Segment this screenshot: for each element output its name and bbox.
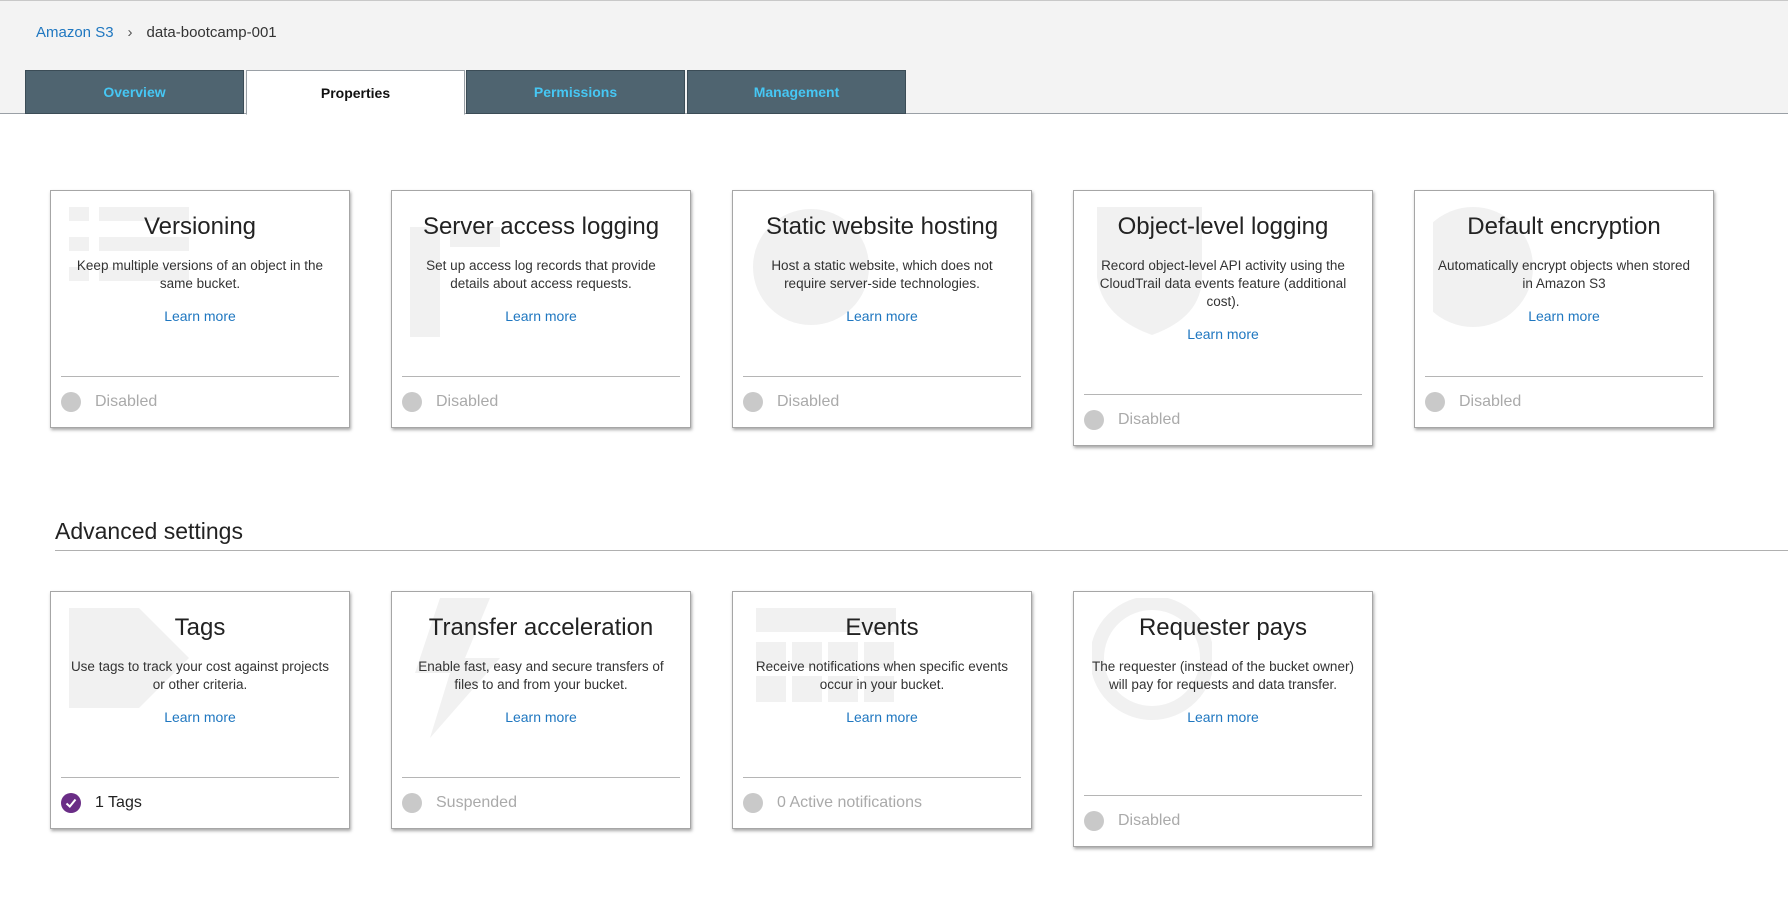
- tab-overview[interactable]: Overview: [25, 70, 244, 114]
- tab-management[interactable]: Management: [687, 70, 906, 114]
- learn-more-link[interactable]: Learn more: [51, 308, 349, 324]
- card-description: Enable fast, easy and secure transfers o…: [418, 659, 664, 692]
- card-status: Disabled: [743, 376, 1021, 427]
- breadcrumb-current: data-bootcamp-001: [146, 24, 277, 41]
- card-title: Default encryption: [1467, 213, 1661, 240]
- card-status: Disabled: [1425, 376, 1703, 427]
- learn-more-link[interactable]: Learn more: [51, 709, 349, 725]
- status-indicator-icon: [1084, 811, 1104, 831]
- card-description: Keep multiple versions of an object in t…: [76, 258, 324, 291]
- events-card[interactable]: Events Receive notifications when specif…: [732, 591, 1032, 829]
- status-indicator-icon: [61, 392, 81, 412]
- advanced-settings-heading: Advanced settings: [55, 518, 243, 544]
- card-title: Static website hosting: [765, 213, 999, 240]
- learn-more-link[interactable]: Learn more: [1074, 326, 1372, 342]
- chevron-right-icon: ›: [127, 24, 133, 41]
- status-indicator-icon: [1425, 392, 1445, 412]
- tab-properties[interactable]: Properties: [246, 70, 465, 115]
- server-access-logging-card[interactable]: Server access logging Set up access log …: [391, 190, 691, 428]
- status-indicator-icon: [743, 793, 763, 813]
- card-description: The requester (instead of the bucket own…: [1092, 659, 1354, 692]
- card-description: Record object-level API activity using t…: [1099, 258, 1347, 309]
- status-label: Disabled: [1118, 411, 1181, 428]
- status-indicator-icon: [743, 392, 763, 412]
- status-label: Disabled: [1118, 812, 1181, 829]
- default-encryption-card[interactable]: Default encryption Automatically encrypt…: [1414, 190, 1714, 428]
- status-label: 0 Active notifications: [777, 794, 922, 811]
- card-title: Requester pays: [1138, 614, 1308, 641]
- card-status: Disabled: [402, 376, 680, 427]
- card-title: Versioning: [143, 213, 257, 240]
- check-circle-icon: [61, 793, 81, 813]
- learn-more-link[interactable]: Learn more: [1415, 308, 1713, 324]
- status-indicator-icon: [1084, 410, 1104, 430]
- requester-pays-card[interactable]: Requester pays The requester (instead of…: [1073, 591, 1373, 847]
- card-title: Object-level logging: [1117, 213, 1329, 240]
- breadcrumb: Amazon S3 › data-bootcamp-001: [36, 24, 277, 41]
- object-level-logging-card[interactable]: Object-level logging Record object-level…: [1073, 190, 1373, 446]
- breadcrumb-root-link[interactable]: Amazon S3: [36, 24, 114, 41]
- card-title: Transfer acceleration: [428, 614, 654, 641]
- card-title: Events: [845, 614, 919, 641]
- card-title: Server access logging: [422, 213, 660, 240]
- status-label: Disabled: [777, 393, 840, 410]
- card-status: Disabled: [61, 376, 339, 427]
- learn-more-link[interactable]: Learn more: [733, 709, 1031, 725]
- card-status: 1 Tags: [61, 777, 339, 828]
- card-status: Suspended: [402, 777, 680, 828]
- card-description: Set up access log records that provide d…: [426, 258, 656, 291]
- card-description: Automatically encrypt objects when store…: [1437, 258, 1691, 291]
- section-divider: [55, 550, 1788, 551]
- card-status: Disabled: [1084, 795, 1362, 846]
- status-label: Suspended: [436, 794, 517, 811]
- tab-permissions[interactable]: Permissions: [466, 70, 685, 114]
- status-label: Disabled: [1459, 393, 1522, 410]
- transfer-acceleration-card[interactable]: Transfer acceleration Enable fast, easy …: [391, 591, 691, 829]
- learn-more-link[interactable]: Learn more: [733, 308, 1031, 324]
- card-description: Use tags to track your cost against proj…: [70, 659, 330, 692]
- card-status: Disabled: [1084, 394, 1362, 445]
- card-description: Receive notifications when specific even…: [755, 659, 1009, 692]
- status-indicator-icon: [402, 392, 422, 412]
- static-website-hosting-card[interactable]: Static website hosting Host a static web…: [732, 190, 1032, 428]
- learn-more-link[interactable]: Learn more: [1074, 709, 1372, 725]
- card-status: 0 Active notifications: [743, 777, 1021, 828]
- tags-card[interactable]: Tags Use tags to track your cost against…: [50, 591, 350, 829]
- status-label: Disabled: [436, 393, 499, 410]
- status-indicator-icon: [402, 793, 422, 813]
- status-label: 1 Tags: [95, 794, 142, 811]
- versioning-card[interactable]: Versioning Keep multiple versions of an …: [50, 190, 350, 428]
- status-label: Disabled: [95, 393, 158, 410]
- learn-more-link[interactable]: Learn more: [392, 308, 690, 324]
- learn-more-link[interactable]: Learn more: [392, 709, 690, 725]
- card-title: Tags: [174, 614, 226, 641]
- card-description: Host a static website, which does not re…: [771, 258, 993, 291]
